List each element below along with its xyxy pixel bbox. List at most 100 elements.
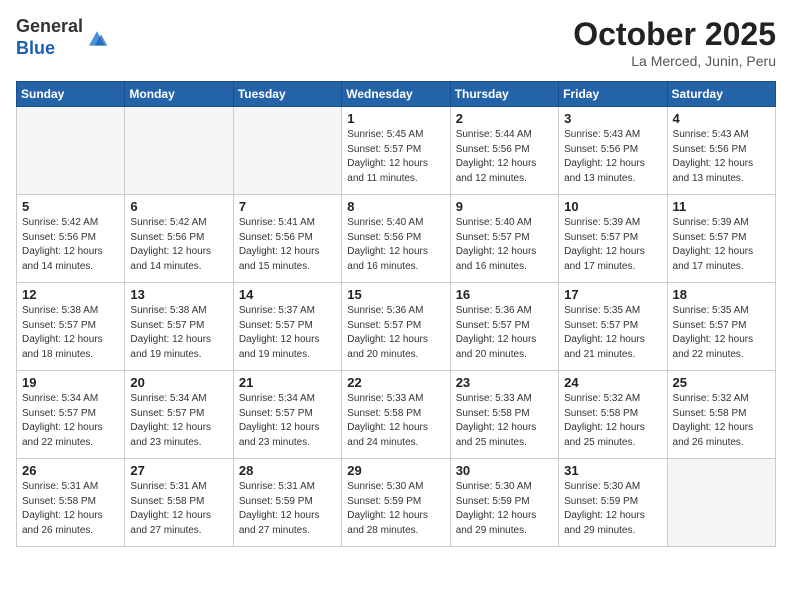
day-info: Sunrise: 5:31 AM Sunset: 5:58 PM Dayligh… [130,480,227,538]
day-number: 21 [239,375,336,390]
day-info: Sunrise: 5:36 AM Sunset: 5:57 PM Dayligh… [456,304,553,362]
day-info: Sunrise: 5:32 AM Sunset: 5:58 PM Dayligh… [673,392,770,450]
day-number: 24 [564,375,661,390]
calendar-cell: 19Sunrise: 5:34 AM Sunset: 5:57 PM Dayli… [17,371,125,459]
day-info: Sunrise: 5:43 AM Sunset: 5:56 PM Dayligh… [673,128,770,186]
calendar-cell: 8 Sunrise: 5:40 AM Sunset: 5:56 PM Daylig… [342,195,450,283]
day-info: Sunrise: 5:33 AM Sunset: 5:58 PM Dayligh… [347,392,444,450]
calendar-cell: 25 Sunrise: 5:32 AM Sunset: 5:58 PM Dayli… [667,371,775,459]
page-header: General Blue October 2025 La Merced, Jun… [16,16,776,69]
calendar-cell [233,107,341,195]
day-number: 23 [456,375,553,390]
calendar-cell: 9Sunrise: 5:40 AM Sunset: 5:57 PM Daylig… [450,195,558,283]
calendar-cell: 26Sunrise: 5:31 AM Sunset: 5:58 PM Dayli… [17,459,125,547]
day-info: Sunrise: 5:40 AM Sunset: 5:57 PM Dayligh… [456,216,553,274]
week-row-4: 19 Sunrise: 5:34 AM Sunset: 5:57 PM Dayli… [17,371,776,459]
day-number: 8 [347,199,444,214]
day-info: Sunrise: 5:31 AM Sunset: 5:58 PM Dayligh… [22,480,119,538]
location: La Merced, Junin, Peru [573,53,776,69]
calendar-cell: 22 Sunrise: 5:33 AM Sunset: 5:58 PM Dayli… [342,371,450,459]
weekday-header-sunday: Sunday [17,82,125,107]
calendar-cell: 7 Sunrise: 5:41 AM Sunset: 5:56 PM Daylig… [233,195,341,283]
calendar-cell: 18 Sunrise: 5:35 AM Sunset: 5:57 PM Dayli… [667,283,775,371]
day-number: 20 [130,375,227,390]
week-row-3: 12 Sunrise: 5:38 AM Sunset: 5:57 PM Dayli… [17,283,776,371]
logo-general: General [16,16,83,36]
calendar-cell: 27 Sunrise: 5:31 AM Sunset: 5:58 PM Dayli… [125,459,233,547]
day-info: Sunrise: 5:35 AM Sunset: 5:57 PM Dayligh… [564,304,661,362]
calendar-cell: 3Sunrise: 5:43 AM Sunset: 5:56 PM Daylig… [559,107,667,195]
calendar-cell: 29Sunrise: 5:30 AM Sunset: 5:59 PM Dayli… [342,459,450,547]
calendar-cell: 10 Sunrise: 5:39 AM Sunset: 5:57 PM Dayli… [559,195,667,283]
calendar-cell: 15 Sunrise: 5:36 AM Sunset: 5:57 PM Dayli… [342,283,450,371]
calendar-cell [667,459,775,547]
day-number: 11 [673,199,770,214]
month-title: October 2025 [573,16,776,53]
calendar-cell: 24 Sunrise: 5:32 AM Sunset: 5:58 PM Dayli… [559,371,667,459]
day-number: 15 [347,287,444,302]
calendar-cell: 12 Sunrise: 5:38 AM Sunset: 5:57 PM Dayli… [17,283,125,371]
day-info: Sunrise: 5:36 AM Sunset: 5:57 PM Dayligh… [347,304,444,362]
calendar-cell: 5Sunrise: 5:42 AM Sunset: 5:56 PM Daylig… [17,195,125,283]
calendar-cell: 23 Sunrise: 5:33 AM Sunset: 5:58 PM Dayli… [450,371,558,459]
day-number: 1 [347,111,444,126]
day-info: Sunrise: 5:37 AM Sunset: 5:57 PM Dayligh… [239,304,336,362]
day-number: 3 [564,111,661,126]
day-info: Sunrise: 5:30 AM Sunset: 5:59 PM Dayligh… [456,480,553,538]
calendar-cell: 16 Sunrise: 5:36 AM Sunset: 5:57 PM Dayli… [450,283,558,371]
day-info: Sunrise: 5:34 AM Sunset: 5:57 PM Dayligh… [130,392,227,450]
weekday-header-saturday: Saturday [667,82,775,107]
day-info: Sunrise: 5:44 AM Sunset: 5:56 PM Dayligh… [456,128,553,186]
day-info: Sunrise: 5:31 AM Sunset: 5:59 PM Dayligh… [239,480,336,538]
day-info: Sunrise: 5:39 AM Sunset: 5:57 PM Dayligh… [673,216,770,274]
calendar-cell: 14 Sunrise: 5:37 AM Sunset: 5:57 PM Dayli… [233,283,341,371]
day-info: Sunrise: 5:38 AM Sunset: 5:57 PM Dayligh… [22,304,119,362]
logo: General Blue [16,16,109,59]
day-info: Sunrise: 5:35 AM Sunset: 5:57 PM Dayligh… [673,304,770,362]
day-number: 6 [130,199,227,214]
day-info: Sunrise: 5:30 AM Sunset: 5:59 PM Dayligh… [564,480,661,538]
logo-blue: Blue [16,38,55,58]
day-info: Sunrise: 5:32 AM Sunset: 5:58 PM Dayligh… [564,392,661,450]
calendar-cell: 28Sunrise: 5:31 AM Sunset: 5:59 PM Dayli… [233,459,341,547]
day-info: Sunrise: 5:42 AM Sunset: 5:56 PM Dayligh… [130,216,227,274]
day-info: Sunrise: 5:40 AM Sunset: 5:56 PM Dayligh… [347,216,444,274]
logo-icon [85,26,109,50]
week-row-5: 26Sunrise: 5:31 AM Sunset: 5:58 PM Dayli… [17,459,776,547]
calendar-cell: 20 Sunrise: 5:34 AM Sunset: 5:57 PM Dayli… [125,371,233,459]
day-info: Sunrise: 5:45 AM Sunset: 5:57 PM Dayligh… [347,128,444,186]
calendar-cell [17,107,125,195]
weekday-header-friday: Friday [559,82,667,107]
calendar-cell: 30Sunrise: 5:30 AM Sunset: 5:59 PM Dayli… [450,459,558,547]
day-number: 27 [130,463,227,478]
day-number: 18 [673,287,770,302]
calendar-cell: 21 Sunrise: 5:34 AM Sunset: 5:57 PM Dayli… [233,371,341,459]
week-row-1: 1 Sunrise: 5:45 AM Sunset: 5:57 PM Daylig… [17,107,776,195]
calendar-cell: 17 Sunrise: 5:35 AM Sunset: 5:57 PM Dayli… [559,283,667,371]
calendar-cell: 31 Sunrise: 5:30 AM Sunset: 5:59 PM Dayli… [559,459,667,547]
weekday-header-wednesday: Wednesday [342,82,450,107]
day-number: 2 [456,111,553,126]
calendar-cell [125,107,233,195]
day-info: Sunrise: 5:34 AM Sunset: 5:57 PM Dayligh… [239,392,336,450]
day-number: 14 [239,287,336,302]
day-number: 19 [22,375,119,390]
calendar-cell: 1 Sunrise: 5:45 AM Sunset: 5:57 PM Daylig… [342,107,450,195]
weekday-header-tuesday: Tuesday [233,82,341,107]
day-info: Sunrise: 5:39 AM Sunset: 5:57 PM Dayligh… [564,216,661,274]
day-number: 17 [564,287,661,302]
day-number: 16 [456,287,553,302]
day-info: Sunrise: 5:33 AM Sunset: 5:58 PM Dayligh… [456,392,553,450]
day-info: Sunrise: 5:41 AM Sunset: 5:56 PM Dayligh… [239,216,336,274]
day-number: 13 [130,287,227,302]
day-info: Sunrise: 5:38 AM Sunset: 5:57 PM Dayligh… [130,304,227,362]
day-number: 5 [22,199,119,214]
calendar-cell: 6 Sunrise: 5:42 AM Sunset: 5:56 PM Daylig… [125,195,233,283]
day-number: 31 [564,463,661,478]
day-number: 25 [673,375,770,390]
day-number: 12 [22,287,119,302]
day-number: 7 [239,199,336,214]
weekday-header-thursday: Thursday [450,82,558,107]
day-number: 10 [564,199,661,214]
day-number: 22 [347,375,444,390]
